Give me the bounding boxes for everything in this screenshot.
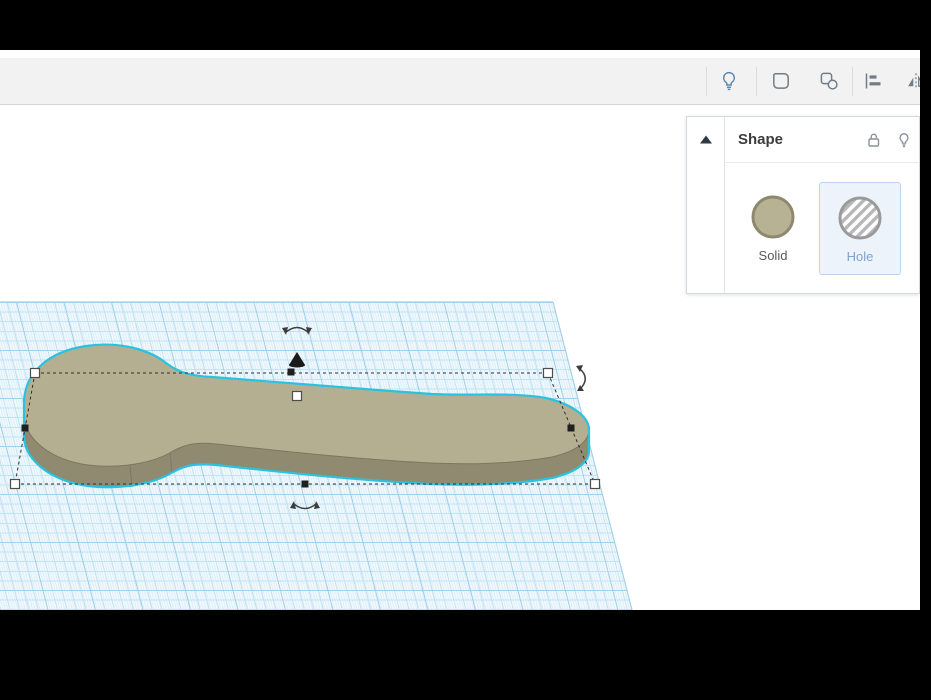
shape-panel: Shape Solid Hole [686,116,920,294]
toolbar-separator [706,67,707,96]
toolbar [0,58,926,105]
letterbox-bottom [0,610,931,700]
toolbar-separator [756,67,757,96]
ungroup-button[interactable] [817,69,841,93]
align-icon [865,73,881,89]
chevron-up-icon [699,135,712,144]
hole-option[interactable]: Hole [819,181,901,275]
workplane-grid[interactable] [0,302,632,610]
letterbox-right [920,0,931,700]
lightbulb-icon[interactable] [895,131,913,149]
letterbox-top [0,0,931,50]
ungroup-icon [820,72,838,90]
panel-title: Shape [738,131,784,148]
align-button[interactable] [862,69,886,93]
group-icon [773,73,789,89]
hole-option-label: Hole [846,248,874,264]
hole-swatch [838,196,882,239]
group-button[interactable] [769,69,793,93]
app-window: Shape Solid Hole [0,0,931,700]
shape-panel-body: Solid Hole [725,163,919,293]
toolbar-separator [852,67,853,96]
collapse-panel-button[interactable] [687,117,725,293]
shape-panel-header: Shape [725,117,919,163]
visibility-button[interactable] [717,69,741,93]
solid-option[interactable]: Solid [743,182,803,275]
lightbulb-icon [722,71,736,91]
solid-swatch [751,195,795,238]
lock-icon[interactable] [865,131,883,149]
header-strip [0,50,920,58]
solid-option-label: Solid [758,247,788,263]
